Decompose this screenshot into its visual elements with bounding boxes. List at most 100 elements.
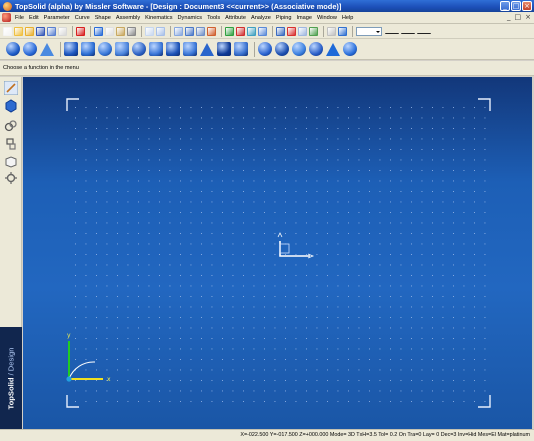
grid-dot xyxy=(148,285,150,287)
box-icon[interactable] xyxy=(64,42,78,56)
ruler-icon[interactable] xyxy=(247,26,256,36)
menu-tools[interactable]: Tools xyxy=(207,15,220,21)
menu-dynamics[interactable]: Dynamics xyxy=(178,15,203,21)
properties-icon[interactable] xyxy=(327,26,336,36)
menu-kinematics[interactable]: Kinematics xyxy=(145,15,172,21)
save-icon[interactable] xyxy=(36,26,45,36)
new-document-icon[interactable] xyxy=(3,26,12,36)
grid-dot xyxy=(484,317,486,318)
menu-help[interactable]: Help xyxy=(342,15,354,21)
maximize-icon[interactable]: □ xyxy=(511,1,521,11)
pattern-icon[interactable] xyxy=(309,42,323,56)
doc-minimize-icon[interactable]: _ xyxy=(507,13,511,21)
hole-icon[interactable] xyxy=(217,42,231,56)
grid-dot xyxy=(463,159,465,161)
grid-dot xyxy=(253,107,255,108)
fillet-icon[interactable] xyxy=(166,42,180,56)
graphics-viewport[interactable]: y x xyxy=(23,77,532,429)
save-as-icon[interactable] xyxy=(47,26,56,36)
zoom-window-icon[interactable] xyxy=(145,26,154,36)
document-icon[interactable] xyxy=(2,13,11,22)
grid-icon[interactable] xyxy=(309,26,318,36)
loft-icon[interactable] xyxy=(132,42,146,56)
menu-analyze[interactable]: Analyze xyxy=(251,15,271,21)
copy-icon[interactable] xyxy=(105,26,114,36)
menu-shape[interactable]: Shape xyxy=(95,15,111,21)
drawing-icon[interactable] xyxy=(4,155,18,169)
doc-restore-icon[interactable]: □ xyxy=(515,13,522,21)
sweep-icon[interactable] xyxy=(115,42,129,56)
delete-icon[interactable] xyxy=(76,26,85,36)
zoom-all-icon[interactable] xyxy=(156,26,165,36)
menu-attribute[interactable]: Attribute xyxy=(225,15,246,21)
doc-close-icon[interactable]: × xyxy=(525,13,531,21)
sphere-icon[interactable] xyxy=(6,42,20,56)
view-icon[interactable] xyxy=(174,26,183,36)
menu-assembly[interactable]: Assembly xyxy=(116,15,140,21)
open-folder-icon[interactable] xyxy=(25,26,34,36)
wireframe-icon[interactable] xyxy=(196,26,205,36)
grid-dot xyxy=(180,359,181,360)
grid-dot xyxy=(253,327,255,329)
grid-dot xyxy=(306,348,307,350)
split-icon[interactable] xyxy=(343,42,357,56)
cone-icon[interactable] xyxy=(40,42,54,56)
grid-dot xyxy=(327,138,328,140)
open-icon[interactable] xyxy=(14,26,23,36)
snap-icon[interactable] xyxy=(258,26,267,36)
kinematics-icon[interactable] xyxy=(4,137,18,151)
paste-icon[interactable] xyxy=(116,26,125,36)
hide-icon[interactable] xyxy=(207,26,216,36)
undo-icon[interactable] xyxy=(94,26,103,36)
boolean-union-icon[interactable] xyxy=(258,42,272,56)
menu-curve[interactable]: Curve xyxy=(75,15,90,21)
grid-dot xyxy=(421,317,423,318)
cylinder-icon[interactable] xyxy=(23,42,37,56)
point-style-icon[interactable] xyxy=(385,29,399,34)
color-combo[interactable] xyxy=(356,26,382,36)
grid-dot xyxy=(106,369,108,371)
menu-file[interactable]: File xyxy=(15,15,24,21)
menu-piping[interactable]: Piping xyxy=(276,15,292,21)
rib-icon[interactable] xyxy=(234,42,248,56)
draft-icon[interactable] xyxy=(200,42,214,56)
shade-icon[interactable] xyxy=(185,26,194,36)
mirror-icon[interactable] xyxy=(326,42,340,56)
assembly-icon[interactable] xyxy=(4,119,18,133)
grid-dot xyxy=(253,390,255,392)
line-width-icon[interactable] xyxy=(417,29,431,34)
extrude-icon[interactable] xyxy=(81,42,95,56)
shell-icon[interactable] xyxy=(149,42,163,56)
boolean-intersect-icon[interactable] xyxy=(292,42,306,56)
grid-dot xyxy=(127,390,129,392)
grid-dot xyxy=(432,401,433,402)
revolve-icon[interactable] xyxy=(98,42,112,56)
layer-icon[interactable] xyxy=(225,26,234,36)
menu-window[interactable]: Window xyxy=(317,15,337,21)
frame-icon[interactable] xyxy=(298,26,307,36)
grid-dot xyxy=(474,243,475,245)
grid-dot xyxy=(400,107,402,108)
line-style-icon[interactable] xyxy=(401,29,415,34)
sketch-icon[interactable] xyxy=(4,81,18,95)
point-icon[interactable] xyxy=(287,26,296,36)
app-icon[interactable] xyxy=(3,1,12,11)
settings-icon[interactable] xyxy=(4,171,18,185)
minimize-icon[interactable]: _ xyxy=(500,1,510,11)
boolean-cut-icon[interactable] xyxy=(275,42,289,56)
grid-dot xyxy=(264,180,265,182)
color-icon[interactable] xyxy=(236,26,245,36)
part-icon[interactable] xyxy=(4,99,18,113)
measure-icon[interactable] xyxy=(276,26,285,36)
render-icon[interactable] xyxy=(338,26,347,36)
close-icon[interactable]: × xyxy=(522,1,532,11)
menu-image[interactable]: Image xyxy=(296,15,312,21)
menu-edit[interactable]: Edit xyxy=(29,15,39,21)
menu-parameter[interactable]: Parameter xyxy=(44,15,70,21)
chamfer-icon[interactable] xyxy=(183,42,197,56)
grid-dot xyxy=(327,306,328,308)
grid-dot xyxy=(390,348,391,350)
grid-dot xyxy=(75,317,76,318)
cut-icon[interactable] xyxy=(127,26,136,36)
print-icon[interactable] xyxy=(58,26,67,36)
